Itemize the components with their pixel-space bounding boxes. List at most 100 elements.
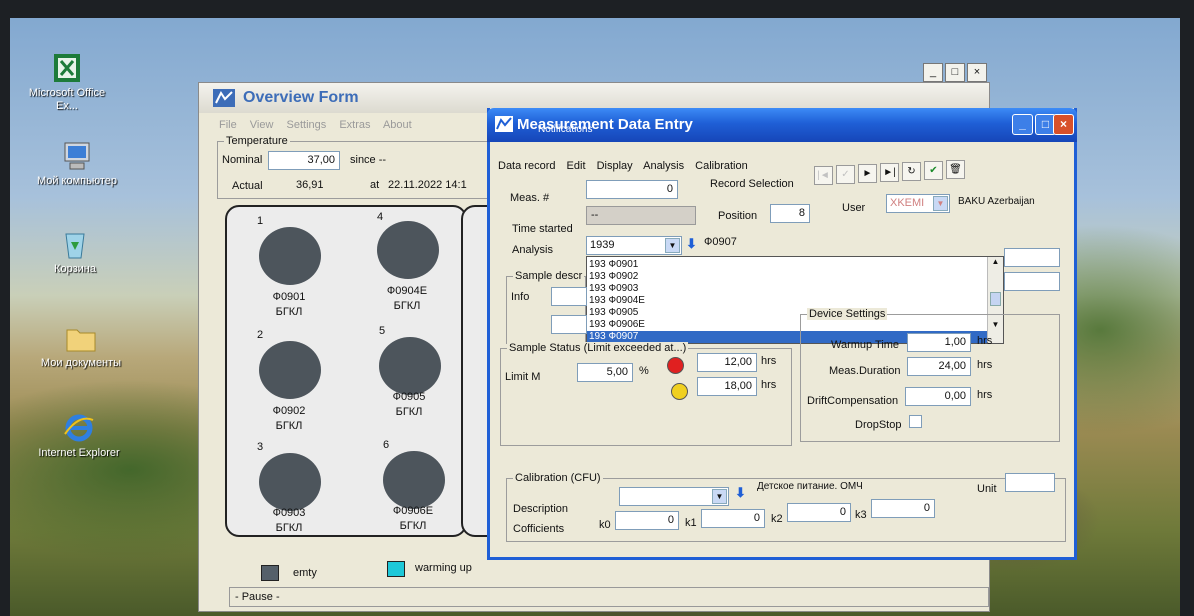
cell-code: Ф0903 (272, 507, 306, 519)
legend-warming-label: warming up (415, 562, 472, 574)
cell-disk-3[interactable] (259, 453, 321, 511)
menu-about[interactable]: About (383, 119, 412, 131)
minimize-button[interactable]: _ (923, 63, 943, 82)
scroll-thumb[interactable] (990, 292, 1001, 306)
k0-input[interactable]: 0 (615, 511, 679, 530)
warmup-input[interactable]: 1,00 (907, 333, 971, 352)
record-selection-label: Record Selection (710, 178, 794, 190)
desktop-icon-label: Мой компьютер (36, 175, 118, 187)
desktop-icon-recycle-bin[interactable]: Корзина (30, 228, 120, 276)
cell-code: Ф0902 (272, 405, 306, 417)
cell-code: Ф0901 (272, 291, 306, 303)
red-status-indicator (667, 357, 684, 374)
k3-input[interactable]: 0 (871, 499, 935, 518)
close-button[interactable]: × (1053, 114, 1074, 135)
menu-file[interactable]: File (219, 119, 237, 131)
download-arrow-icon[interactable]: ⬇ (686, 236, 697, 252)
dropstop-checkbox[interactable] (909, 415, 922, 428)
meas-number-label: Meas. # (510, 192, 550, 204)
sample-status-label: Sample Status (Limit exceeded at...) (507, 342, 689, 354)
monitor-bezel-left (0, 0, 10, 616)
desktop-icon-my-documents[interactable]: Мои документы (36, 322, 126, 370)
meas-number-value: 0 (666, 183, 673, 195)
overview-window-controls: _ □ × (923, 63, 987, 82)
maximize-button[interactable]: □ (945, 63, 965, 82)
side-input-2[interactable] (1004, 272, 1060, 291)
time-started-label: Time started (512, 223, 573, 235)
menu-view[interactable]: View (250, 119, 274, 131)
red-hours-value: 12,00 (724, 356, 752, 368)
k2-input[interactable]: 0 (787, 503, 851, 522)
minimize-button[interactable]: _ (1012, 114, 1033, 135)
legend-empty-swatch (261, 565, 279, 581)
overview-title: Overview Form (243, 89, 359, 106)
device-settings-group: Device Settings Warmup Time 1,00 hrs Mea… (800, 308, 1060, 442)
analysis-option[interactable]: 193 Ф0901 (587, 259, 1003, 271)
drift-input[interactable]: 0,00 (905, 387, 971, 406)
at-value: 22.11.2022 14:1 (388, 179, 467, 191)
cell-disk-2[interactable] (259, 341, 321, 399)
cell-disk-1[interactable] (259, 227, 321, 285)
refresh-button[interactable]: ↻ (902, 162, 921, 181)
k2-value: 0 (839, 506, 846, 518)
info-input-2[interactable] (551, 315, 587, 334)
k2-label: k2 (771, 513, 783, 525)
calibration-label: Calibration (CFU) (513, 472, 603, 484)
analysis-option[interactable]: 193 Ф0903 (587, 283, 1003, 295)
cell-type: БГКЛ (275, 306, 303, 318)
menu-extras[interactable]: Extras (339, 119, 370, 131)
analysis-code: Ф0907 (704, 236, 737, 248)
cell-disk-5[interactable] (379, 337, 441, 395)
meas-duration-input[interactable]: 24,00 (907, 357, 971, 376)
cell-number: 1 (257, 215, 264, 227)
red-hours-input[interactable]: 12,00 (697, 353, 757, 372)
check-dim-button[interactable]: ✓ (836, 165, 855, 184)
nominal-input[interactable]: 37,00 (268, 151, 340, 170)
limit-input[interactable]: 5,00 (577, 363, 633, 382)
monitor-bezel-top (0, 0, 1194, 18)
desktop-icon-excel[interactable]: Microsoft Office Ex... (22, 52, 112, 113)
cell-number: 4 (377, 211, 384, 223)
cell-disk-4[interactable] (377, 221, 439, 279)
yellow-hours-input[interactable]: 18,00 (697, 377, 757, 396)
delete-button[interactable]: 🗑 (946, 160, 965, 179)
desktop-icon-my-computer[interactable]: Мой компьютер (32, 140, 122, 188)
menu-calibration[interactable]: Calibration (695, 160, 748, 172)
confirm-button[interactable]: ✔ (924, 161, 943, 180)
close-button[interactable]: × (967, 63, 987, 82)
menu-analysis[interactable]: Analysis (643, 160, 684, 172)
scroll-up-icon[interactable]: ▲ (988, 257, 1003, 266)
overview-status-bar: - Pause - (229, 587, 989, 607)
analysis-select[interactable]: 1939 ▼ (586, 236, 682, 255)
actual-value: 36,91 (296, 179, 324, 191)
warmup-label: Warmup Time (831, 339, 900, 351)
k1-input[interactable]: 0 (701, 509, 765, 528)
meas-number-input[interactable]: 0 (586, 180, 678, 199)
app-logo-icon (495, 116, 513, 132)
analysis-option[interactable]: 193 Ф0904E (587, 295, 1003, 307)
last-record-button[interactable]: ►| (880, 163, 899, 182)
first-record-button[interactable]: |◄ (814, 166, 833, 185)
next-record-button[interactable]: ► (858, 164, 877, 183)
analysis-option[interactable]: 193 Ф0902 (587, 271, 1003, 283)
k3-label: k3 (855, 509, 867, 521)
side-input-1[interactable] (1004, 248, 1060, 267)
menu-data-record[interactable]: Data record (498, 160, 555, 172)
position-input[interactable]: 8 (770, 204, 810, 223)
nominal-value: 37,00 (307, 154, 335, 166)
info-input-1[interactable] (551, 287, 587, 306)
menu-edit[interactable]: Edit (567, 160, 586, 172)
desktop-icon-internet-explorer[interactable]: Internet Explorer (34, 412, 124, 460)
meas-duration-value: 24,00 (938, 360, 966, 372)
user-select[interactable]: XKEMI ▼ (886, 194, 950, 213)
calibration-description-select[interactable]: ▼ (619, 487, 729, 506)
drift-label: DriftCompensation (807, 395, 899, 407)
delete-trash-icon: 🗑 (949, 164, 962, 175)
menu-display[interactable]: Display (597, 160, 633, 172)
coefficients-label: Cofficients (513, 523, 565, 535)
menu-settings[interactable]: Settings (287, 119, 327, 131)
cell-disk-6[interactable] (383, 451, 445, 509)
unit-input[interactable] (1005, 473, 1055, 492)
download-arrow-icon[interactable]: ⬇ (735, 485, 746, 501)
last-record-icon: ►| (883, 167, 896, 178)
